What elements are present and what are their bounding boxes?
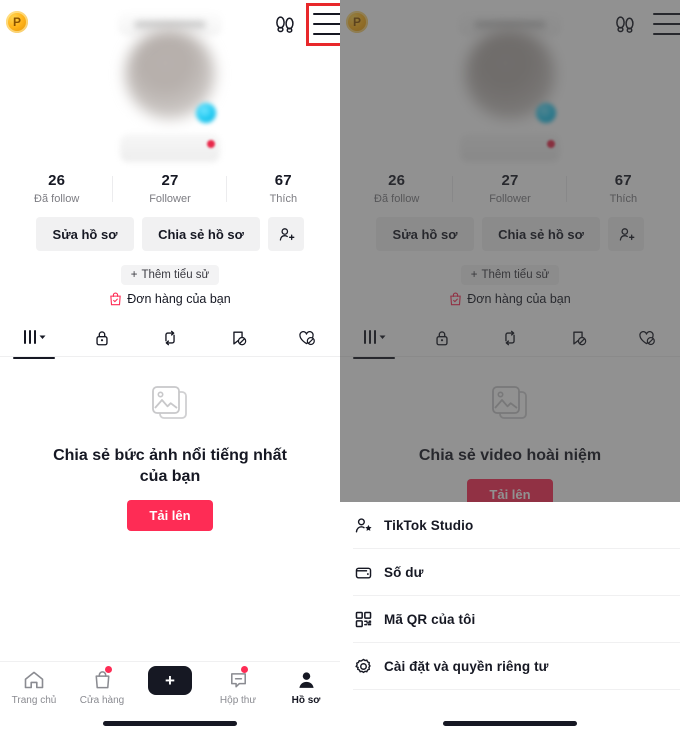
tab-saved[interactable] (204, 320, 272, 356)
avatar-block (0, 12, 340, 167)
tabs-divider (0, 356, 340, 357)
stat-following[interactable]: 26 Đã follow (0, 172, 114, 207)
tab-reposts[interactable] (136, 320, 204, 356)
grid-dropdown-icon (24, 330, 46, 344)
inbox-message-icon (227, 666, 250, 693)
profile-stats: 26 Đã follow 27 Follower 67 Thích (0, 172, 340, 207)
add-bio-row: + Thêm tiểu sử (0, 265, 340, 285)
menu-item-label: Số dư (384, 565, 424, 580)
plus-icon: + (130, 269, 138, 281)
your-orders-button[interactable]: Đơn hàng của bạn (109, 292, 231, 306)
gear-icon (353, 657, 373, 677)
add-bio-button[interactable]: + Thêm tiểu sử (120, 265, 220, 285)
shop-badge-dot (104, 666, 112, 673)
right-screen: P (340, 0, 680, 735)
heart-slash-icon (298, 331, 315, 346)
profile-actions: Sửa hồ sơ Chia sẻ hồ sơ (0, 217, 340, 251)
nav-label: Hồ sơ (291, 695, 321, 706)
person-star-icon (353, 516, 373, 536)
screenshot-pair: P 26 Đã follow 27 Follower 67 Thích Sửa … (0, 0, 680, 735)
nav-label: Cửa hàng (79, 695, 125, 706)
empty-state-text: Chia sẻ bức ảnh nổi tiếng nhất của bạn (53, 447, 287, 485)
share-profile-button[interactable]: Chia sẻ hồ sơ (142, 217, 260, 251)
plus-glyph: + (165, 670, 175, 690)
menu-item-my-qr-code[interactable]: Mã QR của tôi (340, 596, 680, 643)
qr-code-icon (353, 610, 373, 630)
menu-item-balance[interactable]: Số dư (340, 549, 680, 596)
nav-item-create[interactable]: + (136, 665, 204, 719)
orders-row: Đơn hàng của bạn (0, 292, 340, 311)
stat-label: Thích (269, 193, 298, 205)
nav-item-shop[interactable]: Cửa hàng (68, 666, 136, 719)
wallet-icon (353, 563, 373, 583)
menu-item-label: Cài đặt và quyền riêng tư (384, 659, 549, 674)
menu-item-label: TikTok Studio (384, 518, 474, 533)
nav-item-home[interactable]: Trang chủ (0, 667, 68, 719)
add-friend-button[interactable] (268, 217, 304, 251)
profile-tabs (0, 320, 340, 359)
nav-item-inbox[interactable]: Hộp thư (204, 666, 272, 719)
home-icon (22, 667, 46, 693)
nav-label: Hộp thư (219, 695, 257, 706)
username-blurred-bottom (120, 134, 220, 162)
lock-icon (96, 331, 108, 346)
inbox-badge-dot (240, 666, 248, 673)
menu-item-label: Mã QR của tôi (384, 612, 476, 627)
menu-item-settings-and-privacy[interactable]: Cài đặt và quyền riêng tư (340, 643, 680, 690)
profile-menu-sheet: TikTok Studio Số dư Mã QR của tôi Cài đặ… (340, 502, 680, 735)
stat-likes[interactable]: 67 Thích (227, 172, 340, 207)
stat-followers[interactable]: 27 Follower (113, 172, 227, 207)
left-screen: P 26 Đã follow 27 Follower 67 Thích Sửa … (0, 0, 340, 735)
tab-posts[interactable] (0, 320, 68, 359)
edit-profile-button[interactable]: Sửa hồ sơ (36, 217, 134, 251)
empty-state-left: Chia sẻ bức ảnh nổi tiếng nhất của bạn T… (0, 383, 340, 531)
avatar-badge-icon (196, 103, 216, 123)
menu-item-tiktok-studio[interactable]: TikTok Studio (340, 502, 680, 549)
avatar-notification-dot (207, 140, 215, 148)
shop-bag-icon (91, 666, 114, 693)
upload-button[interactable]: Tải lên (127, 500, 213, 531)
dim-overlay[interactable] (340, 0, 680, 502)
photo-stack-icon (143, 383, 197, 431)
tab-active-underline (13, 357, 55, 359)
stat-label: Follower (149, 193, 191, 205)
add-person-icon (279, 227, 294, 241)
shopping-bag-icon (110, 292, 122, 306)
stat-value: 67 (274, 172, 292, 189)
create-plus-icon: + (144, 665, 196, 695)
menu-divider (353, 689, 680, 690)
tab-liked[interactable] (272, 320, 340, 356)
stat-label: Đã follow (34, 193, 80, 205)
stat-value: 26 (48, 172, 66, 189)
stat-value: 27 (161, 172, 179, 189)
nav-item-profile[interactable]: Hồ sơ (272, 667, 340, 719)
tab-private[interactable] (68, 320, 136, 356)
add-bio-label: Thêm tiểu sử (141, 269, 210, 281)
bookmark-slash-icon (233, 331, 247, 346)
orders-label: Đơn hàng của bạn (127, 292, 231, 306)
create-button[interactable]: + (144, 665, 196, 695)
bottom-navigation: Trang chủ Cửa hàng + Hộp thư Hồ sơ (0, 661, 340, 735)
nav-label: Trang chủ (11, 695, 57, 706)
person-icon (295, 667, 318, 693)
repost-icon (165, 330, 175, 346)
home-indicator (443, 721, 577, 726)
home-indicator (103, 721, 237, 726)
